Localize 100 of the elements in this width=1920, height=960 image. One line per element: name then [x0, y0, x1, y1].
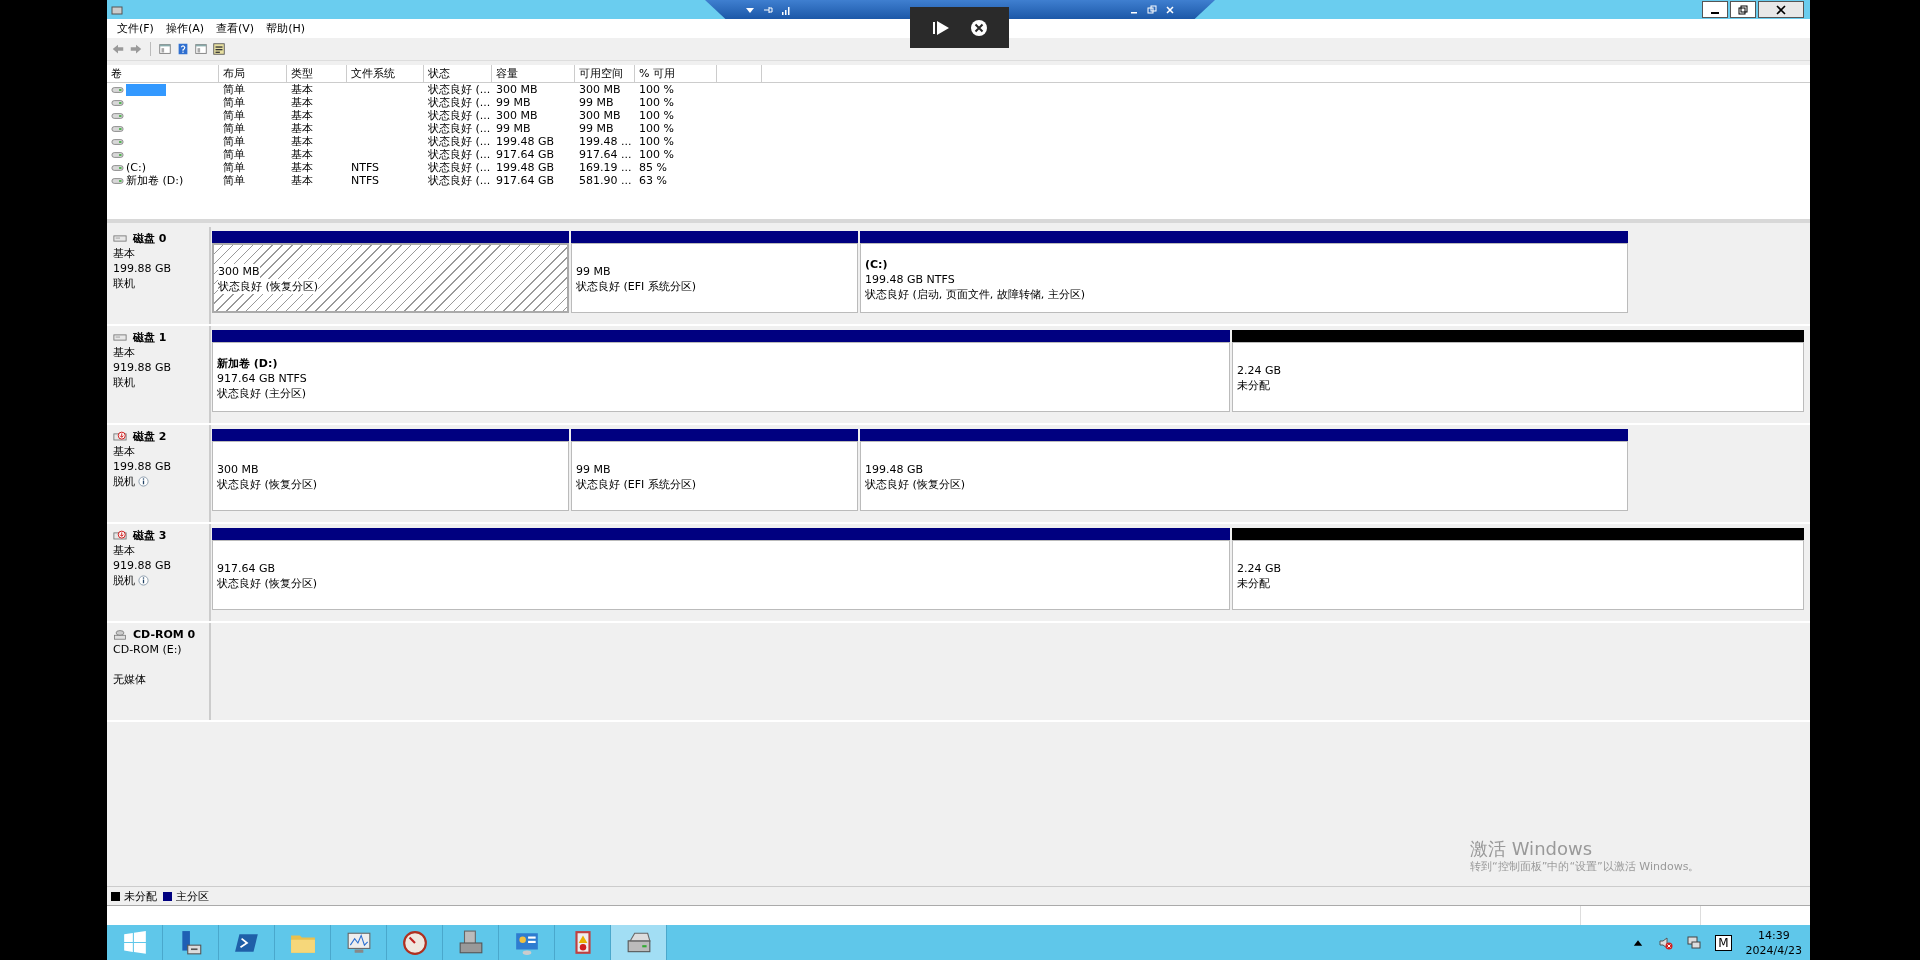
menu-item[interactable]: 查看(V) — [210, 21, 261, 36]
partition[interactable]: 99 MB 状态良好 (EFI 系统分区) — [571, 441, 858, 511]
drive-icon — [111, 124, 124, 133]
table-cell: 基本 — [291, 174, 313, 187]
partition[interactable]: 2.24 GB 未分配 — [1232, 342, 1804, 412]
taskbar-button[interactable] — [611, 925, 667, 960]
drive-icon — [111, 176, 124, 185]
column-header[interactable]: 文件系统 — [347, 65, 424, 82]
table-cell: 199.48 GB — [496, 161, 555, 174]
column-header[interactable]: 状态 — [424, 65, 492, 82]
disk-size: 919.88 GB — [113, 360, 173, 375]
gauge-icon — [402, 930, 427, 955]
table-cell: 状态良好 (... — [428, 96, 491, 109]
table-cell: 300 MB — [579, 109, 621, 122]
partition[interactable]: 300 MB 状态良好 (恢复分区) — [212, 441, 569, 511]
table-cell: 简单 — [223, 161, 245, 174]
pin-icon[interactable] — [763, 4, 773, 15]
folder-icon — [290, 934, 315, 953]
drive-icon — [111, 163, 124, 172]
table-cell: 基本 — [291, 109, 313, 122]
table-cell: 300 MB — [496, 109, 538, 122]
disk-status: 联机 — [113, 375, 135, 390]
disk-size: 199.88 GB — [113, 261, 173, 276]
table-cell: 简单 — [223, 96, 245, 109]
table-cell: 状态良好 (... — [428, 174, 491, 187]
table-cell: 基本 — [291, 161, 313, 174]
table-cell: 简单 — [223, 174, 245, 187]
forward-icon[interactable] — [129, 42, 143, 56]
table-cell: 99 MB — [579, 96, 614, 109]
drive-icon — [111, 150, 124, 159]
partition[interactable]: 2.24 GB 未分配 — [1232, 540, 1804, 610]
table-cell: 简单 — [223, 83, 245, 96]
close-icon[interactable] — [1165, 4, 1175, 15]
table-cell: 基本 — [291, 135, 313, 148]
partition-status: 状态良好 (恢复分区) — [218, 279, 319, 294]
menu-item[interactable]: 帮助(H) — [260, 21, 311, 36]
close-button[interactable] — [1758, 1, 1804, 18]
partition-size: 300 MB — [218, 264, 260, 279]
network-icon[interactable] — [1687, 935, 1702, 950]
table-cell: 917.64 GB — [496, 148, 555, 161]
partition[interactable]: 99 MB 状态良好 (EFI 系统分区) — [571, 243, 858, 313]
properties-icon[interactable] — [212, 42, 226, 56]
table-cell: 85 % — [639, 161, 667, 174]
info-icon[interactable] — [138, 476, 149, 487]
restore-button[interactable] — [1730, 1, 1756, 18]
disk-status: 脱机 — [113, 474, 135, 489]
table-cell: 基本 — [291, 83, 313, 96]
disk-status: 无媒体 — [113, 672, 146, 687]
menu-item[interactable]: 操作(A) — [159, 21, 211, 36]
column-header[interactable]: 类型 — [287, 65, 347, 82]
table-cell: NTFS — [351, 161, 380, 174]
drive-icon — [111, 85, 124, 94]
partition[interactable]: (C:) 199.48 GB NTFS 状态良好 (启动, 页面文件, 故障转储, 主分区) — [860, 243, 1628, 313]
minimize-icon — [1711, 11, 1719, 14]
server-icon — [181, 930, 201, 954]
drive-icon — [111, 98, 124, 107]
disk-size: 919.88 GB — [113, 558, 173, 573]
partition[interactable]: 300 MB 状态良好 (恢复分区) — [212, 243, 569, 313]
table-cell: NTFS — [351, 174, 380, 187]
restore-icon[interactable] — [1147, 4, 1157, 15]
help-icon[interactable] — [176, 42, 190, 56]
panel-icon[interactable] — [158, 42, 172, 56]
table-cell: 100 % — [639, 83, 674, 96]
disk-name: 磁盘 0 — [133, 231, 167, 246]
column-header[interactable]: 卷 — [107, 65, 219, 82]
event-log-icon — [574, 930, 591, 954]
activation-title: 激活 Windows — [1470, 838, 1594, 860]
column-header[interactable]: % 可用 — [635, 65, 717, 82]
disk-type: 基本 — [113, 246, 136, 261]
close-icon[interactable] — [968, 17, 989, 38]
menu-item[interactable]: 文件(F) — [111, 21, 160, 36]
table-cell: 状态良好 (... — [428, 135, 491, 148]
muted-speaker-icon[interactable] — [1659, 935, 1674, 950]
restore-icon — [1738, 4, 1748, 15]
column-header[interactable]: 可用空间 — [575, 65, 635, 82]
signal-icon — [781, 4, 791, 15]
partition[interactable]: 199.48 GB 状态良好 (恢复分区) — [860, 441, 1628, 511]
input-indicator[interactable]: M — [1715, 934, 1732, 951]
table-cell: 63 % — [639, 174, 667, 187]
disk-type: 基本 — [113, 444, 136, 459]
clock[interactable]: 14:39 2024/4/23 — [1745, 927, 1802, 958]
table-cell: 99 MB — [496, 96, 531, 109]
table-cell: (C:) — [126, 161, 146, 174]
table-cell: 状态良好 (... — [428, 122, 491, 135]
table-cell: 简单 — [223, 135, 245, 148]
partition[interactable]: 917.64 GB 状态良好 (恢复分区) — [212, 540, 1230, 610]
legend-label: 未分配 — [124, 888, 157, 904]
column-header[interactable]: 容量 — [492, 65, 575, 82]
minimize-button[interactable] — [1702, 1, 1728, 18]
table-cell: 基本 — [291, 122, 313, 135]
table-cell: 新加卷 (D:) — [126, 174, 184, 187]
table-cell: 简单 — [223, 148, 245, 161]
partition[interactable]: 新加卷 (D:) 917.64 GB NTFS 状态良好 (主分区) — [212, 342, 1230, 412]
disk-status: 联机 — [113, 276, 135, 291]
windows-start-icon — [123, 930, 146, 954]
disk-name: CD-ROM 0 — [133, 627, 196, 642]
info-icon[interactable] — [138, 575, 149, 586]
back-icon[interactable] — [111, 42, 125, 56]
table-cell: 300 MB — [579, 83, 621, 96]
column-header[interactable]: 布局 — [219, 65, 287, 82]
